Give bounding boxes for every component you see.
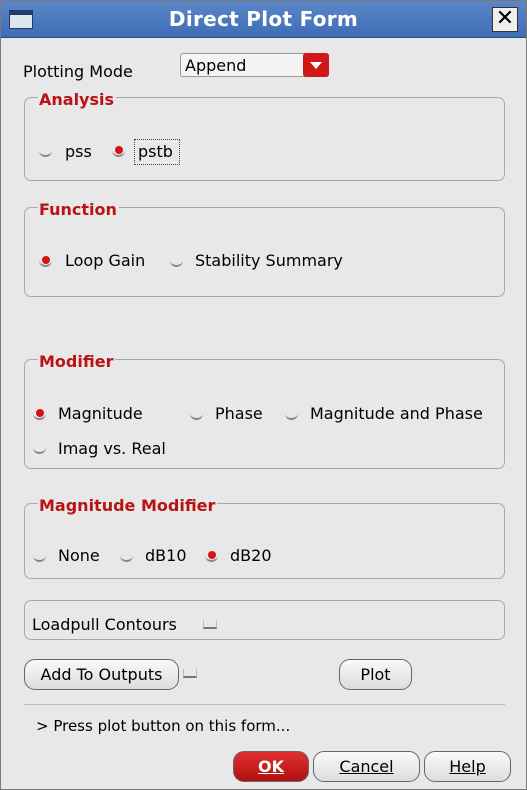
status-divider [24, 704, 505, 705]
radio-pss-label: pss [65, 142, 92, 161]
radio-db10[interactable] [120, 549, 133, 562]
radio-db10-label: dB10 [145, 546, 187, 565]
close-icon[interactable]: ✕ [492, 7, 518, 32]
modifier-title: Modifier [38, 352, 116, 371]
radio-magnitude[interactable] [33, 407, 46, 420]
window-title: Direct Plot Form [168, 7, 359, 31]
radio-magnitude-label: Magnitude [58, 404, 143, 423]
loadpull-contours-label: Loadpull Contours [32, 615, 177, 634]
radio-imag-vs-real[interactable] [33, 441, 46, 454]
radio-pstb-label: pstb [138, 142, 173, 161]
analysis-title: Analysis [38, 90, 117, 109]
radio-stability-summary[interactable] [170, 254, 183, 267]
add-to-outputs-checkbox[interactable] [183, 669, 197, 678]
radio-phase-label: Phase [215, 404, 263, 423]
radio-loop-gain-label: Loop Gain [65, 251, 146, 270]
radio-db20[interactable] [205, 549, 218, 562]
title-bar[interactable]: Direct Plot Form ✕ [1, 1, 526, 38]
radio-loop-gain[interactable] [39, 254, 52, 267]
cancel-button[interactable]: Cancel [313, 751, 420, 782]
radio-stability-summary-label: Stability Summary [195, 251, 343, 270]
magnitude-modifier-title: Magnitude Modifier [38, 496, 218, 515]
plot-button[interactable]: Plot [339, 659, 412, 690]
function-title: Function [38, 200, 119, 219]
chevron-down-icon[interactable] [303, 53, 329, 77]
radio-pss[interactable] [39, 144, 52, 157]
plotting-mode-dropdown[interactable]: Append [180, 53, 329, 77]
add-to-outputs-button[interactable]: Add To Outputs [24, 659, 179, 690]
plotting-mode-label: Plotting Mode [23, 62, 133, 81]
radio-none[interactable] [33, 549, 46, 562]
radio-magnitude-and-phase-label: Magnitude and Phase [310, 404, 483, 423]
radio-magnitude-and-phase[interactable] [285, 407, 298, 420]
help-button[interactable]: Help [424, 751, 511, 782]
loadpull-contours-checkbox[interactable] [203, 620, 217, 629]
plotting-mode-value: Append [185, 56, 247, 75]
analysis-group [24, 97, 505, 181]
radio-db20-label: dB20 [230, 546, 272, 565]
ok-button[interactable]: OK [233, 751, 309, 782]
radio-imag-vs-real-label: Imag vs. Real [58, 439, 166, 458]
radio-pstb[interactable] [112, 144, 125, 157]
radio-none-label: None [58, 546, 100, 565]
direct-plot-form-window: Direct Plot Form ✕ Plotting Mode Append … [0, 0, 527, 790]
radio-phase[interactable] [190, 407, 203, 420]
status-message: > Press plot button on this form... [36, 717, 291, 735]
